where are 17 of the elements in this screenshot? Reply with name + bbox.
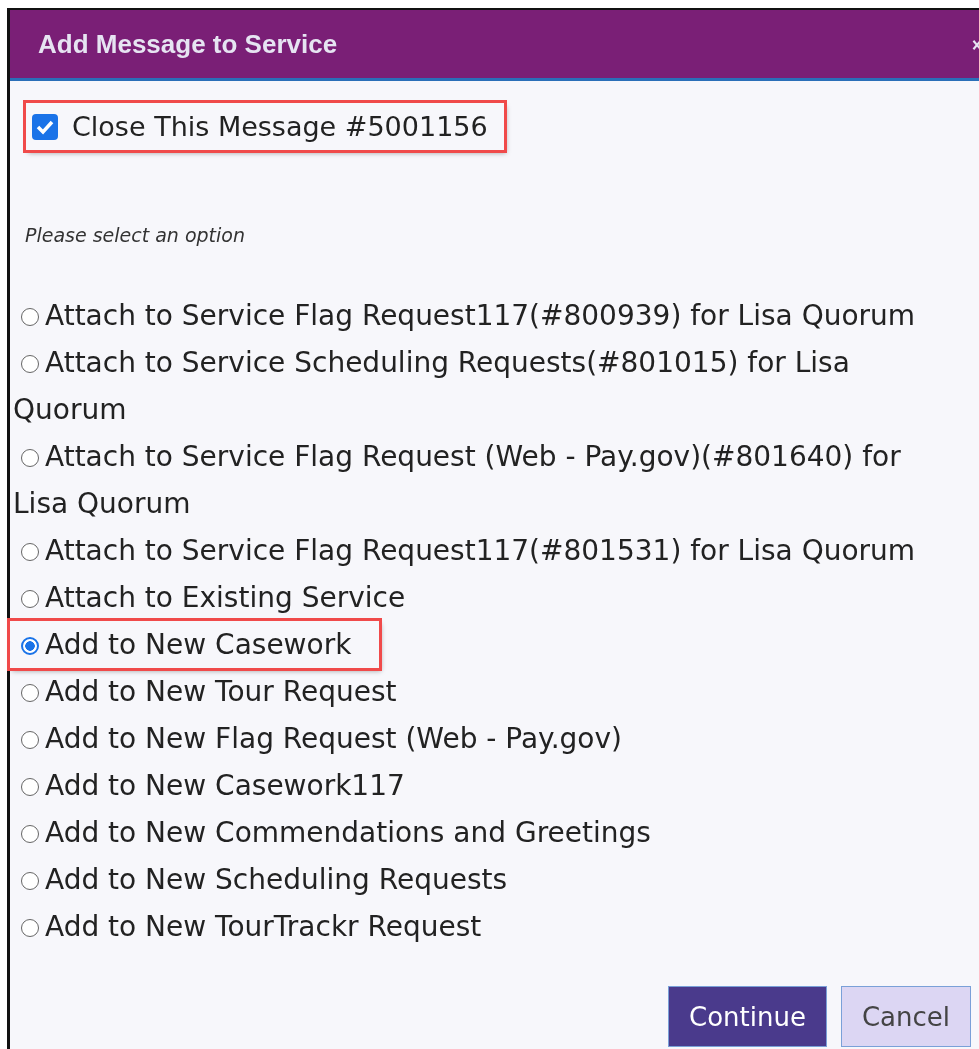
- option-radio[interactable]: Attach to Existing Service: [10, 574, 406, 621]
- option-radio[interactable]: Add to New Flag Request (Web - Pay.gov): [10, 715, 622, 762]
- close-message-checkbox[interactable]: Close This Message #5001156: [26, 103, 504, 150]
- option-radio[interactable]: Add to New TourTrackr Request: [10, 903, 482, 950]
- option-radio[interactable]: Attach to Service Flag Request117(#801531) for Lisa Quorum: [10, 527, 916, 574]
- option-radio[interactable]: Add to New Tour Request: [10, 668, 397, 715]
- continue-button[interactable]: Continue: [668, 986, 827, 1047]
- cancel-button[interactable]: Cancel: [840, 986, 971, 1047]
- option-radio[interactable]: Attach to Service Flag Request (Web - Pay.gov)(#801640) for Lisa Quorum: [10, 433, 962, 527]
- option-radio[interactable]: Add to New Casework117: [10, 762, 405, 809]
- option-radio[interactable]: Attach to Service Flag Request117(#800939) for Lisa Quorum: [10, 292, 916, 339]
- dialog-title: Add Message to Service: [38, 28, 338, 60]
- option-radio[interactable]: Add to New Scheduling Requests: [10, 856, 508, 903]
- option-radio[interactable]: Add to New Casework: [10, 621, 380, 668]
- prompt-text: Please select an option: [25, 224, 246, 246]
- option-radio[interactable]: Add to New Commendations and Greetings: [10, 809, 651, 856]
- option-radio[interactable]: Attach to Service Scheduling Requests(#801015) for Lisa Quorum: [10, 339, 962, 433]
